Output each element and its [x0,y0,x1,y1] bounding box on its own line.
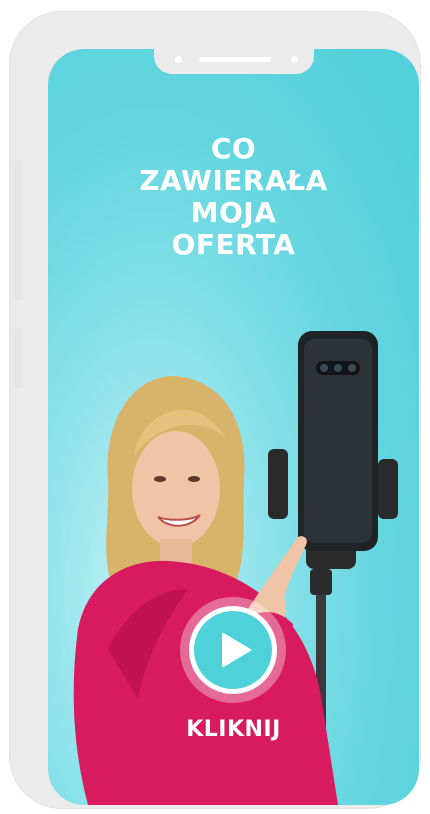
phone-screen: CO ZAWIERAŁA MOJA OFERTA KLIKNIJ [48,49,419,805]
phone-notch [154,49,314,74]
play-button[interactable] [180,597,286,703]
play-icon [222,632,252,668]
phone-frame: CO ZAWIERAŁA MOJA OFERTA KLIKNIJ [10,12,420,808]
side-button-power [14,328,22,388]
headline-line-1: CO [210,132,257,165]
sensor-dot [291,56,298,63]
headline-line-3: MOJA [190,196,277,229]
camera-dot [175,56,182,63]
headline-title: CO ZAWIERAŁA MOJA OFERTA [48,133,419,261]
play-button-circle[interactable] [189,606,277,694]
side-button-volume [14,160,22,300]
speaker-slot [199,57,271,62]
headline-line-4: OFERTA [171,228,296,261]
cta-label[interactable]: KLIKNIJ [48,717,419,742]
headline-line-2: ZAWIERAŁA [139,164,328,197]
